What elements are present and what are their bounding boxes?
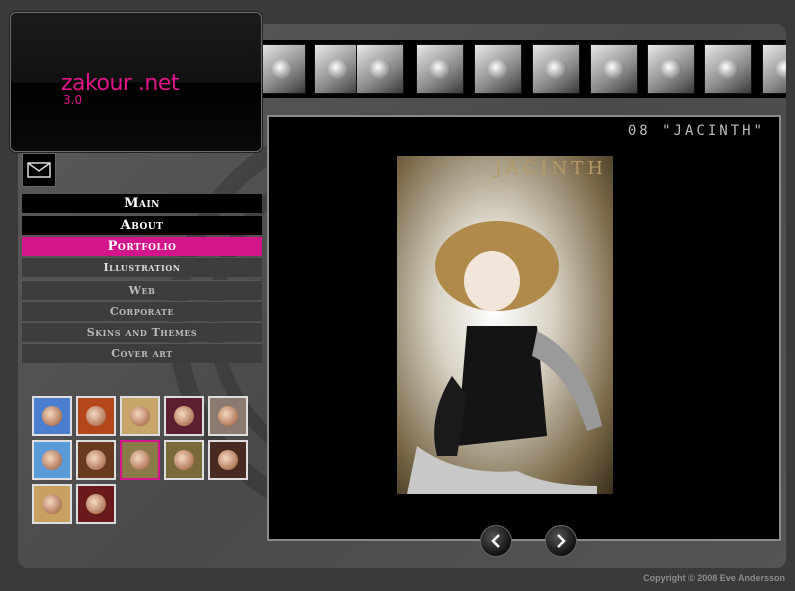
nav-skins-themes[interactable]: Skins and Themes xyxy=(22,322,262,342)
gallery-thumb-selected[interactable] xyxy=(120,440,160,480)
logo-version: 3.0 xyxy=(63,93,83,107)
gallery-thumb[interactable] xyxy=(208,396,248,436)
filmstrip-thumb[interactable] xyxy=(590,44,638,94)
mail-button[interactable] xyxy=(22,153,56,187)
filmstrip-thumb[interactable] xyxy=(762,44,786,94)
gallery-thumb[interactable] xyxy=(164,396,204,436)
filmstrip-thumb[interactable] xyxy=(647,44,695,94)
gallery-thumb[interactable] xyxy=(164,440,204,480)
filmstrip-thumb[interactable] xyxy=(314,44,362,94)
nav-corporate[interactable]: Corporate xyxy=(22,301,262,321)
gallery-thumb[interactable] xyxy=(76,440,116,480)
gallery-thumb[interactable] xyxy=(32,484,72,524)
filmstrip-thumb[interactable] xyxy=(704,44,752,94)
chevron-left-icon xyxy=(491,534,500,548)
gallery-thumb[interactable] xyxy=(208,440,248,480)
filmstrip-thumb[interactable] xyxy=(356,44,404,94)
filmstrip-thumb[interactable] xyxy=(532,44,580,94)
next-button[interactable] xyxy=(545,525,577,557)
nav-about[interactable]: About xyxy=(22,216,262,235)
gallery-thumb[interactable] xyxy=(32,440,72,480)
gallery-thumb[interactable] xyxy=(120,396,160,436)
nav-web[interactable]: Web xyxy=(22,280,262,300)
gallery-thumb[interactable] xyxy=(76,484,116,524)
nav-main[interactable]: Main xyxy=(22,194,262,213)
copyright-text: Copyright © 2008 Eve Andersson xyxy=(643,573,785,583)
chevron-right-icon xyxy=(557,534,566,548)
gallery-thumb[interactable] xyxy=(32,396,72,436)
filmstrip xyxy=(262,40,786,98)
filmstrip-thumb[interactable] xyxy=(262,44,306,94)
artwork-figure xyxy=(407,221,602,494)
previous-button[interactable] xyxy=(480,525,512,557)
image-viewer: 08 "JACINTH" JACINTH xyxy=(267,115,781,541)
nav-cover-art[interactable]: Cover art xyxy=(22,343,262,363)
artwork-image: JACINTH xyxy=(397,156,613,494)
filmstrip-thumb[interactable] xyxy=(474,44,522,94)
image-caption: 08 "JACINTH" xyxy=(627,123,765,139)
nav-illustration[interactable]: Illustration xyxy=(22,257,262,277)
logo-panel: zakour .net 3.0 xyxy=(10,12,262,152)
gallery-thumb[interactable] xyxy=(76,396,116,436)
nav-portfolio[interactable]: Portfolio xyxy=(22,237,262,256)
mail-icon xyxy=(27,162,51,178)
filmstrip-thumb[interactable] xyxy=(416,44,464,94)
